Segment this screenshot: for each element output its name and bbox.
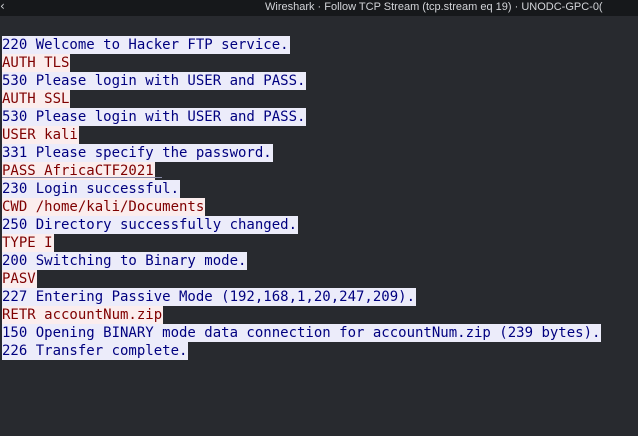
stream-lines: 220 Welcome to Hacker FTP service. AUTH T… [2,36,602,360]
server-response-text: 530 Please login with USER and PASS. [2,72,307,90]
stream-line: 226 Transfer complete. [2,342,601,360]
client-request-text: RETR accountNum.zip [2,306,164,324]
stream-line: AUTH SSL [2,90,601,108]
stream-line: 250 Directory successfully changed. [2,216,601,234]
window-titlebar[interactable]: ‹ Wireshark · Follow TCP Stream (tcp.str… [0,0,638,16]
window-menu-icon[interactable]: ‹ [0,0,8,13]
stream-line: 530 Please login with USER and PASS. [2,108,601,126]
client-request-text: AUTH SSL [2,90,71,108]
server-response-text: 220 Welcome to Hacker FTP service. [2,36,290,54]
stream-line: 331 Please specify the password. [2,144,601,162]
stream-line: AUTH TLS [2,54,601,72]
server-response-text: 250 Directory successfully changed. [2,216,299,234]
client-request-text: USER kali [2,126,79,144]
client-request-text: CWD /home/kali/Documents [2,198,206,216]
stream-line: USER kali [2,126,601,144]
stream-line: 200 Switching to Binary mode. [2,252,601,270]
stream-content-pane[interactable]: 220 Welcome to Hacker FTP service. AUTH T… [0,16,638,436]
server-response-text: 200 Switching to Binary mode. [2,252,248,270]
stream-line: 150 Opening BINARY mode data connection … [2,324,602,342]
stream-line: 230 Login successful. [2,180,601,198]
client-request-text: PASV [2,270,37,288]
follow-tcp-stream-window: ‹ Wireshark · Follow TCP Stream (tcp.str… [0,0,638,436]
client-request-text: AUTH TLS [2,54,71,72]
server-response-text: 230 Login successful. [2,180,181,198]
stream-line: TYPE I [2,234,601,252]
stream-line: PASV [2,270,601,288]
client-request-text: TYPE I [2,234,54,252]
stream-line: 530 Please login with USER and PASS. [2,72,601,90]
stream-line: 220 Welcome to Hacker FTP service. [2,36,601,54]
server-response-text: 150 Opening BINARY mode data connection … [2,324,602,342]
stream-line: CWD /home/kali/Documents [2,198,601,216]
window-title: Wireshark · Follow TCP Stream (tcp.strea… [265,1,603,13]
server-response-text: 331 Please specify the password. [2,144,273,162]
server-response-text: 530 Please login with USER and PASS. [2,108,307,126]
stream-line: RETR accountNum.zip [2,306,601,324]
server-response-text: 226 Transfer complete. [2,342,189,360]
text-focus-underline [2,177,162,178]
stream-line: 227 Entering Passive Mode (192,168,1,20,… [2,288,601,306]
server-response-text: 227 Entering Passive Mode (192,168,1,20,… [2,288,417,306]
